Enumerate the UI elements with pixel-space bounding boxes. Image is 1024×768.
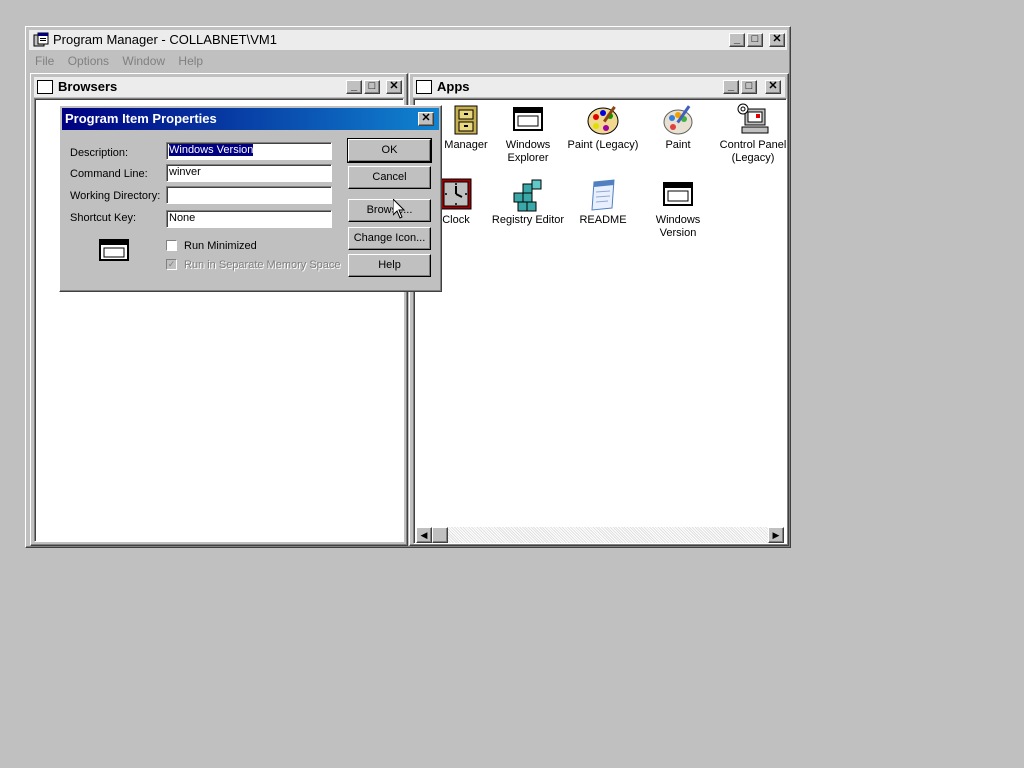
palette-icon [586,103,620,137]
minimize-icon: _ [733,33,741,45]
shortcut-key-input[interactable]: None [166,210,332,228]
separate-memory-checkbox: ✓ [166,259,177,270]
close-icon: ✕ [389,80,399,92]
program-manager-title: Program Manager - COLLABNET\VM1 [53,32,277,47]
command-line-input[interactable]: winver [166,164,332,182]
menu-bar: File Options Window Help [35,54,213,68]
browsers-title: Browsers [58,79,118,94]
apps-title: Apps [437,79,470,94]
minimize-icon: _ [727,80,735,92]
arrow-right-icon: ▶ [772,530,780,540]
control-panel-icon [736,103,770,137]
minimize-button[interactable]: _ [729,33,745,47]
menu-help[interactable]: Help [178,54,203,68]
description-label: Description: [70,147,129,159]
browsers-minimize-button[interactable]: _ [346,80,362,94]
maximize-icon: □ [745,80,753,92]
close-button[interactable]: ✕ [769,33,785,47]
app-icon-paint-legacy[interactable]: Paint (Legacy) [565,103,641,152]
dialog-titlebar[interactable]: Program Item Properties ✕ [62,108,439,130]
program-item-properties-dialog: Program Item Properties ✕ Description: W… [59,105,442,292]
app-icon-paint[interactable]: Paint [640,103,716,152]
desktop: { "main_window": { "title": "Program Man… [0,0,1024,768]
app-label: Paint (Legacy) [567,139,639,151]
registry-icon [511,178,545,212]
apps-minimize-button[interactable]: _ [723,80,739,94]
scroll-right-button[interactable]: ▶ [768,527,784,543]
app-icon-registry-editor[interactable]: Registry Editor [490,178,566,227]
run-minimized-checkbox[interactable] [166,240,177,251]
app-icon-readme[interactable]: README [565,178,641,227]
mouse-cursor-icon [392,197,406,219]
horizontal-scrollbar[interactable]: ◀ ▶ [416,527,784,543]
palette-icon [661,103,695,137]
app-label: Paint [665,139,691,151]
notepad-icon [586,178,620,212]
file-cabinet-icon [449,103,483,137]
apps-content: Manager Windows Explorer Paint (Legacy) … [413,98,787,544]
apps-group-window: Apps _ □ ✕ Manager Windows Explorer Pain… [409,73,789,546]
menu-file[interactable]: File [35,54,54,68]
window-icon [511,103,545,137]
close-icon: ✕ [772,33,782,45]
help-button[interactable]: Help [348,254,431,277]
separate-memory-label: Run in Separate Memory Space [184,259,341,271]
app-icon-windows-explorer[interactable]: Windows Explorer [490,103,566,165]
menu-window[interactable]: Window [122,54,165,68]
browsers-maximize-button[interactable]: □ [364,80,380,94]
apps-maximize-button[interactable]: □ [741,80,757,94]
maximize-button[interactable]: □ [747,33,763,47]
apps-titlebar[interactable]: Apps _ □ ✕ [413,77,785,97]
scroll-thumb[interactable] [432,527,448,543]
maximize-icon: □ [368,80,376,92]
maximize-icon: □ [751,33,759,45]
app-label: README [579,214,627,226]
app-label: Control Panel (Legacy) [719,139,787,164]
ok-button[interactable]: OK [347,138,432,163]
app-icon-windows-version[interactable]: Windows Version [640,178,716,240]
close-icon: ✕ [768,80,778,92]
clock-icon [439,178,473,212]
program-manager-titlebar[interactable]: Program Manager - COLLABNET\VM1 _ □ ✕ [29,30,787,50]
minimize-icon: _ [350,80,358,92]
cancel-button[interactable]: Cancel [348,166,431,189]
browsers-titlebar[interactable]: Browsers _ □ ✕ [34,77,404,97]
app-label: Windows Explorer [505,139,551,164]
description-input[interactable]: Windows Version [166,142,332,160]
dialog-close-button[interactable]: ✕ [418,112,434,126]
browsers-icon [37,80,53,94]
apps-close-button[interactable]: ✕ [765,80,781,94]
run-minimized-label: Run Minimized [184,240,257,252]
close-icon: ✕ [421,112,431,124]
check-mark-icon: ✓ [167,259,176,269]
change-icon-button[interactable]: Change Icon... [348,227,431,250]
dialog-title: Program Item Properties [65,111,217,126]
app-icon-control-panel-legacy[interactable]: Control Panel (Legacy) [715,103,787,165]
program-manager-icon[interactable] [33,32,49,48]
apps-icon [416,80,432,94]
command-line-label: Command Line: [70,168,148,180]
window-icon [661,178,695,212]
browsers-close-button[interactable]: ✕ [386,80,402,94]
browse-button[interactable]: Browse... [348,199,431,222]
menu-options[interactable]: Options [68,54,109,68]
working-directory-label: Working Directory: [70,190,161,202]
app-label: Registry Editor [491,214,565,226]
description-value: Windows Version [169,144,254,156]
arrow-left-icon: ◀ [420,530,428,540]
app-label: Windows Version [655,214,701,239]
shortcut-key-label: Shortcut Key: [70,212,137,224]
scroll-left-button[interactable]: ◀ [416,527,432,543]
working-directory-input[interactable] [166,186,332,204]
program-item-window-icon [98,238,132,264]
